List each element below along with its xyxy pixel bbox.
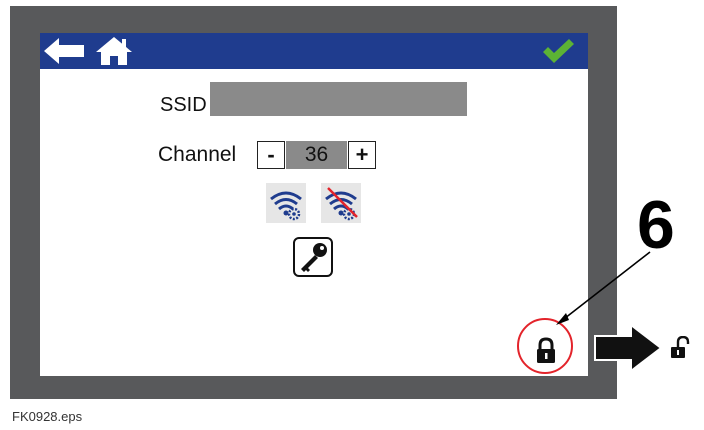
top-bar — [40, 33, 588, 69]
channel-value: 36 — [286, 141, 347, 169]
home-icon[interactable] — [95, 36, 133, 66]
touch-screen: SSID Channel - 36 + — [40, 33, 588, 376]
ssid-input[interactable] — [210, 82, 467, 116]
callout-highlight-circle — [517, 318, 573, 374]
wifi-enable-button[interactable] — [266, 183, 306, 223]
callout-number: 6 — [637, 187, 675, 263]
key-button[interactable] — [293, 237, 333, 277]
wifi-disabled-settings-icon — [325, 187, 358, 221]
key-icon — [293, 237, 333, 277]
wifi-settings-icon — [270, 191, 302, 221]
channel-decrement-button[interactable]: - — [257, 141, 285, 169]
checkmark-icon[interactable] — [540, 37, 576, 65]
figure-label: FK0928.eps — [12, 409, 83, 424]
channel-label: Channel — [158, 143, 237, 166]
wifi-disable-button[interactable] — [321, 183, 361, 223]
channel-increment-button[interactable]: + — [348, 141, 376, 169]
arrow-left-icon[interactable] — [42, 36, 86, 66]
arrow-right-icon — [594, 323, 663, 373]
ssid-label: SSID — [160, 94, 207, 116]
unlock-icon — [671, 336, 690, 358]
